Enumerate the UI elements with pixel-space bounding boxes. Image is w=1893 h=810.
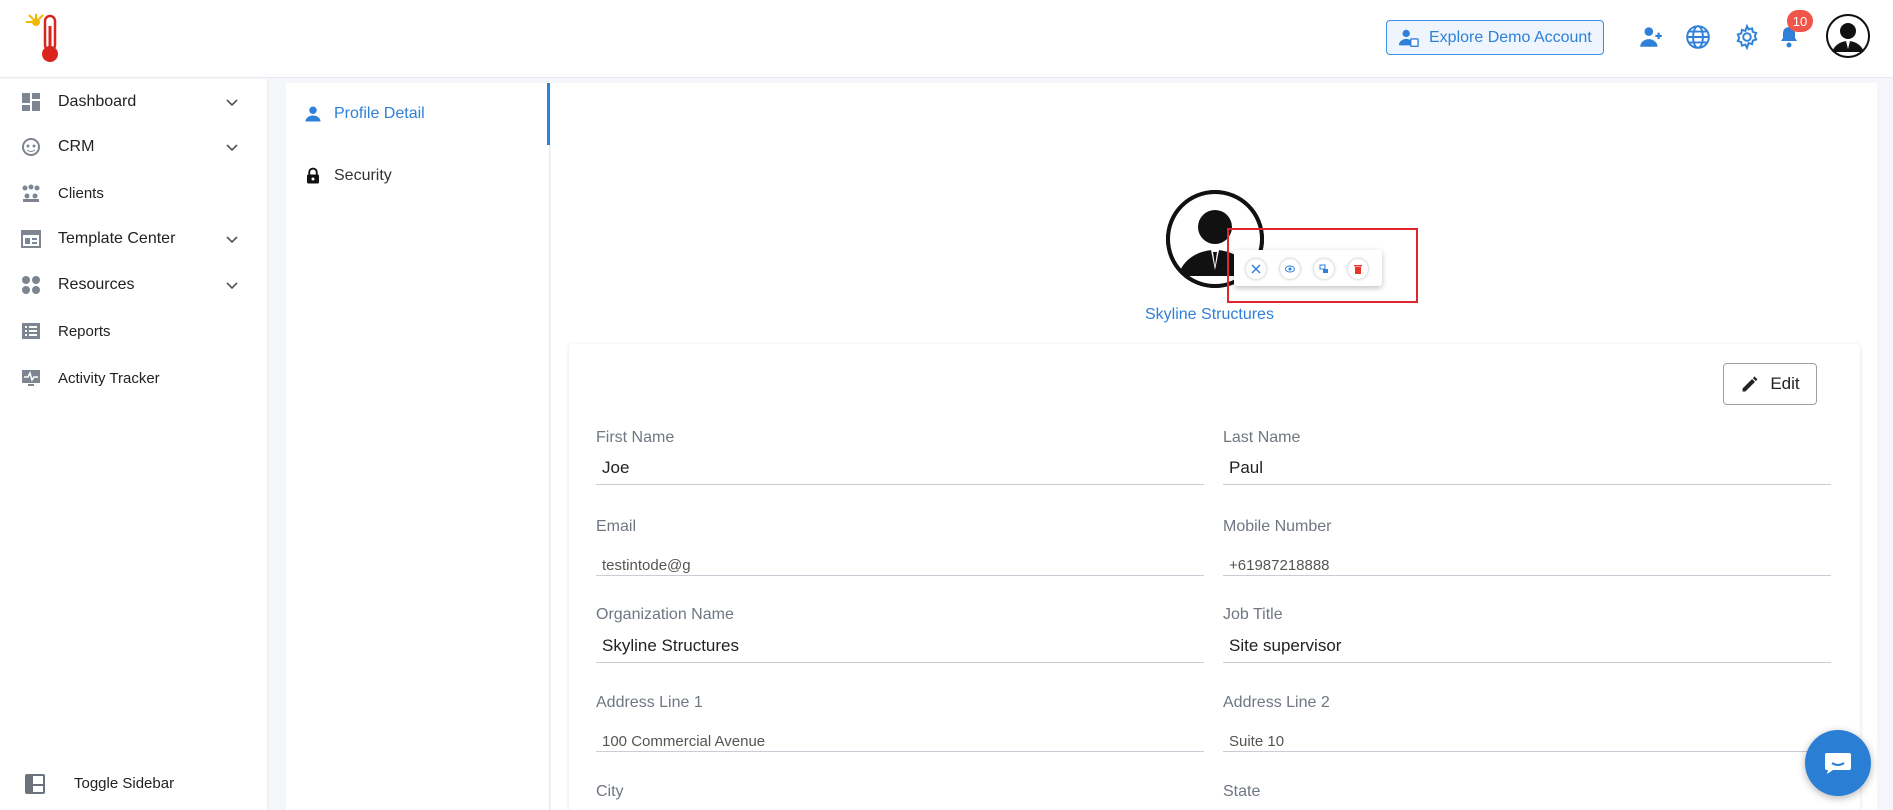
first-name-field[interactable]: Joe xyxy=(596,455,1204,485)
top-header: Explore Demo Account 10 xyxy=(0,0,1893,78)
edit-button-label: Edit xyxy=(1770,374,1800,393)
active-tab-indicator xyxy=(547,83,550,145)
sidebar-item-label: Activity Tracker xyxy=(58,369,160,387)
chevron-down-icon[interactable] xyxy=(224,277,240,293)
last-name-label: Last Name xyxy=(1223,429,1301,446)
add-user-icon[interactable] xyxy=(1638,24,1664,50)
address-line-1-label: Address Line 1 xyxy=(596,694,703,711)
chat-widget-button[interactable] xyxy=(1805,730,1871,796)
pencil-icon xyxy=(1742,376,1758,392)
mobile-number-field[interactable]: +61987218888 xyxy=(1223,546,1831,576)
job-title-label: Job Title xyxy=(1223,606,1283,623)
organization-name-label: Organization Name xyxy=(596,606,734,623)
mobile-number-label: Mobile Number xyxy=(1223,518,1332,535)
notification-count-badge: 10 xyxy=(1787,10,1813,32)
address-line-2-label: Address Line 2 xyxy=(1223,694,1330,711)
crm-icon xyxy=(22,138,40,156)
sidebar-item-template-center[interactable]: Template Center xyxy=(0,219,268,259)
sidebar-item-label: Clients xyxy=(58,184,104,202)
toggle-sidebar-icon xyxy=(25,774,45,794)
sidebar-item-clients[interactable]: Clients xyxy=(0,173,268,213)
sidebar: Dashboard CRM Clients Template Center Re… xyxy=(0,79,268,810)
sidebar-item-label: Reports xyxy=(58,322,111,340)
profile-display-name[interactable]: Skyline Structures xyxy=(1145,306,1274,324)
sidebar-item-dashboard[interactable]: Dashboard xyxy=(0,82,268,122)
dashboard-icon xyxy=(22,93,40,111)
toggle-sidebar-label: Toggle Sidebar xyxy=(74,775,175,792)
city-label: City xyxy=(596,783,624,800)
sidebar-item-activity-tracker[interactable]: Activity Tracker xyxy=(0,358,268,398)
tab-profile-detail-label: Profile Detail xyxy=(334,105,425,122)
sidebar-item-crm[interactable]: CRM xyxy=(0,127,268,167)
sidebar-item-resources[interactable]: Resources xyxy=(0,265,268,305)
state-label: State xyxy=(1223,783,1261,800)
user-demo-icon xyxy=(1398,29,1419,47)
toggle-sidebar-button[interactable]: Toggle Sidebar xyxy=(0,764,268,804)
gear-icon[interactable] xyxy=(1734,23,1760,51)
chevron-down-icon[interactable] xyxy=(224,231,240,247)
user-avatar[interactable] xyxy=(1826,14,1870,58)
tab-profile-detail[interactable]: Profile Detail xyxy=(304,105,425,123)
chat-icon xyxy=(1825,753,1851,774)
tab-security-label: Security xyxy=(334,167,392,184)
chevron-down-icon[interactable] xyxy=(224,139,240,155)
email-field[interactable]: testintode@g xyxy=(596,546,1204,576)
highlight-box xyxy=(1227,228,1418,303)
activity-icon xyxy=(22,370,40,386)
job-title-field[interactable]: Site supervisor xyxy=(1223,633,1831,663)
address-line-2-field[interactable]: Suite 10 xyxy=(1223,722,1831,752)
lock-icon xyxy=(307,167,319,184)
template-icon xyxy=(21,230,41,248)
email-label: Email xyxy=(596,518,637,535)
explore-demo-account-label: Explore Demo Account xyxy=(1429,28,1592,46)
sidebar-item-label: CRM xyxy=(58,138,95,155)
tab-security[interactable]: Security xyxy=(304,167,392,185)
organization-name-field[interactable]: Skyline Structures xyxy=(596,633,1204,663)
resources-icon xyxy=(22,276,40,294)
thermometer-sun-logo[interactable] xyxy=(22,8,84,70)
address-line-1-field[interactable]: 100 Commercial Avenue xyxy=(596,722,1204,752)
clients-icon xyxy=(22,184,40,202)
reports-icon xyxy=(22,323,40,339)
sidebar-item-label: Dashboard xyxy=(58,93,137,110)
edit-button[interactable]: Edit xyxy=(1723,363,1817,405)
sidebar-item-label: Template Center xyxy=(58,230,176,247)
globe-icon[interactable] xyxy=(1685,24,1711,50)
first-name-label: First Name xyxy=(596,429,675,446)
chevron-down-icon[interactable] xyxy=(224,94,240,110)
last-name-field[interactable]: Paul xyxy=(1223,455,1831,485)
user-icon xyxy=(305,106,321,122)
sidebar-item-reports[interactable]: Reports xyxy=(0,311,268,351)
explore-demo-account-button[interactable]: Explore Demo Account xyxy=(1386,20,1604,55)
settings-tab-panel: Profile Detail Security xyxy=(286,83,550,810)
sidebar-item-label: Resources xyxy=(58,276,135,293)
